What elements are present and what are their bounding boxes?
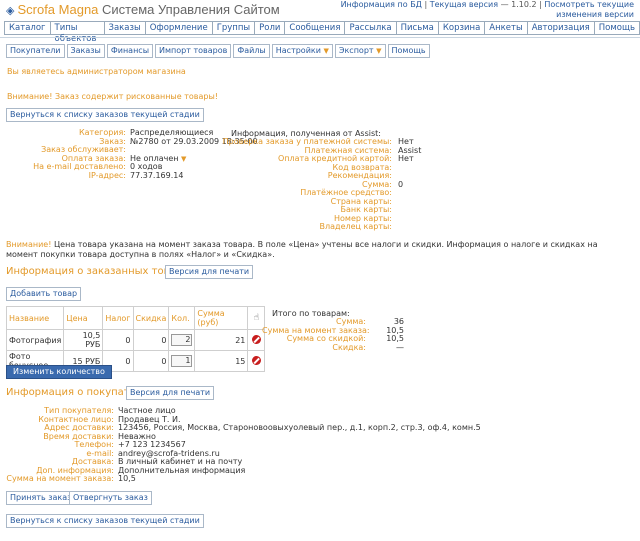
menu-mailing[interactable]: Рассылка bbox=[344, 21, 396, 35]
order-items-table: Название Цена Налог Скидка Кол. Сумма (р… bbox=[5, 306, 266, 372]
change-quantity-button[interactable]: Изменить количество bbox=[6, 365, 112, 379]
buyer-row: Телефон: +7 123 1234567 bbox=[74, 440, 186, 449]
version-changes-link[interactable]: Посмотреть текущие изменения версии bbox=[544, 0, 634, 19]
menu-help[interactable]: Помощь bbox=[593, 21, 640, 35]
chevron-down-icon: ▼ bbox=[376, 47, 382, 55]
submenu-buyers[interactable]: Покупатели bbox=[6, 44, 65, 58]
menu-auth[interactable]: Авторизация bbox=[526, 21, 594, 35]
add-product-button[interactable]: Добавить товар bbox=[6, 287, 82, 301]
db-info-link[interactable]: Информация по БД bbox=[341, 0, 422, 9]
assist-info: Проверка заказа у платежной системы: Нет … bbox=[208, 137, 422, 232]
back-to-orders-bottom-button[interactable]: Вернуться к списку заказов текущей стади… bbox=[6, 514, 204, 528]
print-version-button[interactable]: Версия для печати bbox=[165, 265, 254, 279]
brand-name: Scrofa Magna bbox=[17, 2, 99, 17]
version-number: — 1.10.2 bbox=[500, 0, 537, 9]
admin-notice: Вы являетесь администратором магазина bbox=[7, 67, 186, 76]
quantity-input[interactable]: 1 bbox=[171, 355, 193, 367]
submenu-help[interactable]: Помощь bbox=[387, 44, 430, 58]
table-row: Фотография 10,5 РУБ 0 0 2 21 bbox=[5, 329, 266, 351]
delete-icon[interactable] bbox=[251, 334, 261, 344]
reject-order-button[interactable]: Отвергнуть заказ bbox=[69, 491, 152, 505]
buyer-print-version-button[interactable]: Версия для печати bbox=[126, 386, 215, 400]
menu-letters[interactable]: Письма bbox=[395, 21, 438, 35]
system-title: Система Управления Сайтом bbox=[102, 2, 280, 17]
submenu-finance[interactable]: Финансы bbox=[106, 44, 154, 58]
menu-design[interactable]: Оформление bbox=[144, 21, 212, 35]
quantity-input[interactable]: 2 bbox=[171, 334, 193, 346]
buyer-row: Сумма на момент заказа: 10,5 bbox=[6, 474, 136, 483]
chevron-down-icon: ▼ bbox=[323, 47, 329, 55]
menu-object-types[interactable]: Типы объектов bbox=[49, 21, 104, 44]
accept-order-button[interactable]: Принять заказ bbox=[6, 491, 76, 505]
buyer-info: Тип покупателя: Частное лицо Контактное л… bbox=[6, 406, 480, 484]
divider bbox=[0, 37, 640, 38]
sub-menu: Покупатели Заказы Финансы Импорт товаров… bbox=[6, 44, 430, 58]
submenu-orders[interactable]: Заказы bbox=[66, 44, 105, 58]
logo-icon: ◈ bbox=[6, 5, 15, 17]
header: ◈ Scrofa Magna Система Управления Сайтом … bbox=[0, 0, 640, 22]
table-header: Название Цена Налог Скидка Кол. Сумма (р… bbox=[5, 306, 266, 330]
menu-cart[interactable]: Корзина bbox=[437, 21, 485, 35]
submenu-export[interactable]: Экспорт ▼ bbox=[334, 44, 386, 58]
risk-notice: Внимание! Заказ содержит рискованные тов… bbox=[7, 92, 218, 101]
menu-forms[interactable]: Анкеты bbox=[484, 21, 527, 35]
main-menu: Каталог Типы объектов Заказы Оформление … bbox=[4, 21, 640, 44]
menu-messages[interactable]: Сообщения bbox=[284, 21, 345, 35]
assist-row: Владелец карты: bbox=[319, 222, 392, 231]
totals-info: Сумма: 36 Сумма на момент заказа: 10,5 Сум… bbox=[262, 317, 404, 352]
menu-roles[interactable]: Роли bbox=[254, 21, 285, 35]
hand-pointer-icon: ☝ bbox=[253, 313, 260, 323]
submenu-files[interactable]: Файлы bbox=[233, 44, 270, 58]
totals-row: Скидка: — bbox=[332, 342, 404, 352]
menu-catalog[interactable]: Каталог bbox=[4, 21, 50, 35]
logo: ◈ Scrofa Magna Система Управления Сайтом bbox=[6, 2, 280, 17]
menu-groups[interactable]: Группы bbox=[211, 21, 255, 35]
back-to-orders-button[interactable]: Вернуться к списку заказов текущей стади… bbox=[6, 108, 204, 122]
price-notice: Внимание! Цена товара указана на момент … bbox=[6, 240, 598, 259]
version-label: Текущая версия bbox=[429, 0, 499, 9]
delete-icon[interactable] bbox=[251, 355, 261, 365]
menu-orders[interactable]: Заказы bbox=[103, 21, 145, 35]
header-links: Информация по БД | Текущая версия — 1.10… bbox=[340, 0, 634, 19]
chevron-down-icon: ▼ bbox=[181, 154, 187, 163]
submenu-import[interactable]: Импорт товаров bbox=[155, 44, 232, 58]
submenu-settings[interactable]: Настройки ▼ bbox=[271, 44, 333, 58]
